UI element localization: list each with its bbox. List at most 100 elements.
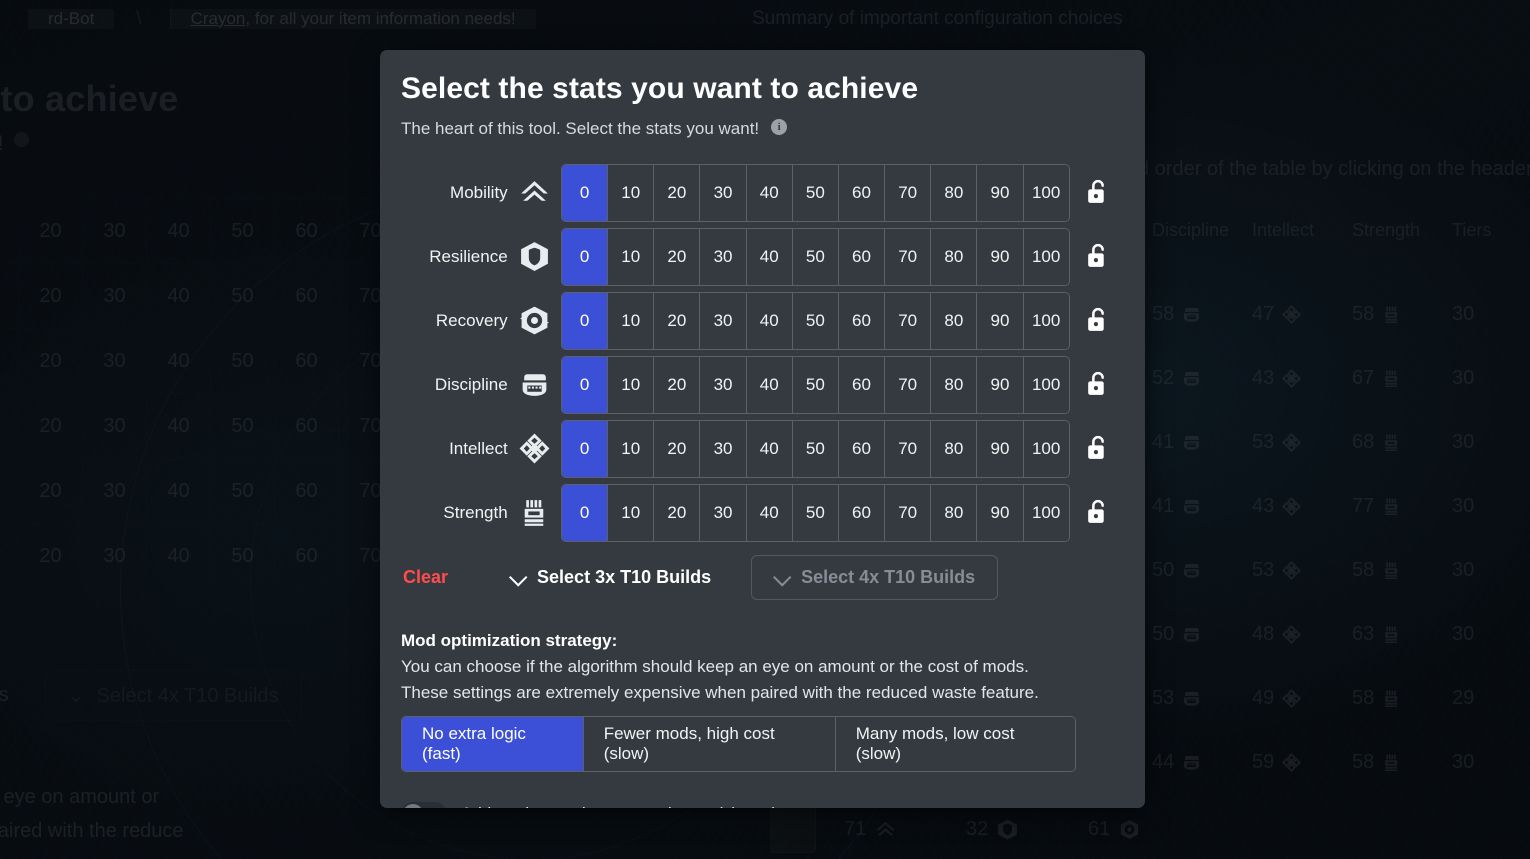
stat-value-button[interactable]: 100 <box>1022 484 1069 541</box>
stat-row-resilience: Resilience 0 10 20 30 40 50 60 70 80 90 100 <box>401 225 1125 289</box>
stat-value-button[interactable]: 40 <box>745 484 792 541</box>
stat-value-button[interactable]: 50 <box>791 164 838 221</box>
stat-value-button[interactable]: 100 <box>1022 356 1069 413</box>
modal-subtitle: The heart of this tool. Select the stats… <box>401 118 760 138</box>
stat-value-button[interactable]: 90 <box>976 356 1023 413</box>
select-4x-t10-button[interactable]: Select 4x T10 Builds <box>751 555 999 600</box>
stat-value-button[interactable]: 100 <box>1022 228 1069 285</box>
stat-value-button[interactable]: 60 <box>837 420 885 477</box>
stat-value-group-mobility: 0 10 20 30 40 50 60 70 80 90 100 <box>561 163 1070 222</box>
stat-value-button[interactable]: 30 <box>699 292 746 349</box>
stat-value-button[interactable]: 60 <box>837 292 885 349</box>
stat-value-button[interactable]: 50 <box>791 484 838 541</box>
stat-value-button[interactable]: 0 <box>562 484 608 541</box>
stat-value-group-discipline: 0 10 20 30 40 50 60 70 80 90 100 <box>561 355 1070 414</box>
stat-value-button[interactable]: 10 <box>607 484 654 541</box>
stat-value-button[interactable]: 40 <box>745 420 792 477</box>
stat-value-button[interactable]: 40 <box>745 292 792 349</box>
stat-value-button[interactable]: 90 <box>976 292 1023 349</box>
stat-value-button[interactable]: 10 <box>607 228 654 285</box>
mod-strategy-heading: Mod optimization strategy: <box>401 630 618 650</box>
mobility-icon <box>508 176 561 209</box>
intellect-icon <box>508 432 561 465</box>
stat-value-button[interactable]: 20 <box>653 484 700 541</box>
stat-value-button[interactable]: 30 <box>699 164 746 221</box>
stat-value-button[interactable]: 10 <box>607 420 654 477</box>
stat-value-button[interactable]: 40 <box>745 164 792 221</box>
stat-value-button[interactable]: 30 <box>699 484 746 541</box>
mod-strategy-option-fewer-mods[interactable]: Fewer mods, high cost (slow) <box>582 716 835 771</box>
stat-value-button[interactable]: 70 <box>884 228 931 285</box>
stat-value-button[interactable]: 0 <box>562 420 608 477</box>
select-4x-t10-label: Select 4x T10 Builds <box>801 567 976 587</box>
select-3x-t10-button[interactable]: Select 3x T10 Builds <box>510 567 711 588</box>
stat-value-button[interactable]: 0 <box>562 228 608 285</box>
stat-value-button[interactable]: 20 <box>653 164 700 221</box>
stat-value-group-resilience: 0 10 20 30 40 50 60 70 80 90 100 <box>561 227 1070 286</box>
unlocked-padlock-icon[interactable] <box>1070 370 1125 399</box>
stat-value-button[interactable]: 20 <box>653 228 700 285</box>
stat-value-button[interactable]: 100 <box>1022 164 1069 221</box>
stat-value-button[interactable]: 0 <box>562 356 608 413</box>
stat-value-button[interactable]: 60 <box>837 164 885 221</box>
stat-value-button[interactable]: 0 <box>562 164 608 221</box>
stat-value-button[interactable]: 60 <box>837 356 885 413</box>
stat-value-button[interactable]: 70 <box>884 164 931 221</box>
unlocked-padlock-icon[interactable] <box>1070 242 1125 271</box>
stat-value-button[interactable]: 40 <box>745 228 792 285</box>
stat-value-button[interactable]: 30 <box>699 420 746 477</box>
mod-strategy-option-no-extra-logic[interactable]: No extra logic (fast) <box>402 716 583 771</box>
stat-value-button[interactable]: 20 <box>653 356 700 413</box>
stat-value-button[interactable]: 90 <box>976 228 1023 285</box>
stat-value-button[interactable]: 30 <box>699 228 746 285</box>
reduce-waste-toggle-label: Add mods to reduce wasted stats (slower) <box>461 804 778 809</box>
stat-value-button[interactable]: 20 <box>653 292 700 349</box>
stat-value-button[interactable]: 0 <box>562 292 608 349</box>
stat-value-button[interactable]: 80 <box>930 356 977 413</box>
stat-value-button[interactable]: 70 <box>884 420 931 477</box>
stat-label-recovery: Recovery <box>435 310 508 330</box>
stat-value-button[interactable]: 80 <box>930 164 977 221</box>
stat-value-button[interactable]: 80 <box>930 228 977 285</box>
stat-value-button[interactable]: 80 <box>930 292 977 349</box>
stat-value-button[interactable]: 50 <box>791 292 838 349</box>
stat-value-button[interactable]: 80 <box>930 420 977 477</box>
stat-value-button[interactable]: 60 <box>837 484 885 541</box>
reduce-waste-toggle[interactable] <box>401 801 447 808</box>
stat-value-button[interactable]: 90 <box>976 164 1023 221</box>
stat-value-button[interactable]: 50 <box>791 228 838 285</box>
stat-value-button[interactable]: 70 <box>884 484 931 541</box>
stat-value-button[interactable]: 90 <box>976 420 1023 477</box>
stat-label-strength: Strength <box>443 502 508 522</box>
stat-value-button[interactable]: 40 <box>745 356 792 413</box>
stat-value-button[interactable]: 70 <box>884 356 931 413</box>
stat-value-button[interactable]: 20 <box>653 420 700 477</box>
stat-value-button[interactable]: 30 <box>699 356 746 413</box>
stat-value-group-intellect: 0 10 20 30 40 50 60 70 80 90 100 <box>561 419 1070 478</box>
stat-row-strength: Strength 0 10 20 30 40 50 60 70 80 90 100 <box>401 481 1125 545</box>
mod-strategy-option-many-mods[interactable]: Many mods, low cost (slow) <box>834 716 1075 771</box>
stat-value-button[interactable]: 60 <box>837 228 885 285</box>
unlocked-padlock-icon[interactable] <box>1070 498 1125 527</box>
stat-value-button[interactable]: 10 <box>607 292 654 349</box>
stat-value-button[interactable]: 70 <box>884 292 931 349</box>
clear-button[interactable]: Clear <box>403 567 448 588</box>
stat-value-button[interactable]: 50 <box>791 420 838 477</box>
chevron-down-icon <box>510 573 525 582</box>
stat-value-button[interactable]: 10 <box>607 164 654 221</box>
mod-strategy-options: No extra logic (fast) Fewer mods, high c… <box>401 715 1076 772</box>
select-3x-t10-label: Select 3x T10 Builds <box>537 567 712 587</box>
unlocked-padlock-icon[interactable] <box>1070 434 1125 463</box>
unlocked-padlock-icon[interactable] <box>1070 306 1125 335</box>
info-icon[interactable]: i <box>771 118 788 135</box>
stat-value-button[interactable]: 80 <box>930 484 977 541</box>
unlocked-padlock-icon[interactable] <box>1070 178 1125 207</box>
stat-row-mobility: Mobility 0 10 20 30 40 50 60 70 80 90 100 <box>401 161 1125 225</box>
stat-value-button[interactable]: 50 <box>791 356 838 413</box>
stat-value-button[interactable]: 10 <box>607 356 654 413</box>
strength-icon <box>508 496 561 529</box>
stat-value-button[interactable]: 100 <box>1022 292 1069 349</box>
stat-value-button[interactable]: 100 <box>1022 420 1069 477</box>
stat-value-button[interactable]: 90 <box>976 484 1023 541</box>
mod-strategy-description-line1: You can choose if the algorithm should k… <box>401 656 1029 676</box>
